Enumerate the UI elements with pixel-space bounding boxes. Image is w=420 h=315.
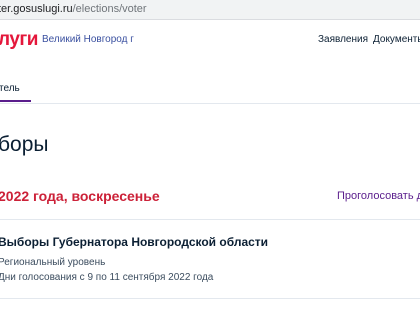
tab-bar: тель	[0, 65, 420, 104]
url-host: ter.gosuslugi.ru	[0, 3, 73, 15]
election-date: 2022 года, воскресенье	[0, 188, 160, 204]
election-title-link[interactable]: Выборы Губернатора Новгородской области	[0, 235, 268, 249]
site-header: луги Великий Новгород г Заявления Докуме…	[0, 20, 420, 65]
nav-link-statements[interactable]: Заявления	[318, 34, 368, 45]
nav-link-documents[interactable]: Документы	[373, 34, 420, 45]
tab-voter[interactable]: тель	[0, 83, 20, 94]
card-divider	[0, 298, 420, 299]
url-path: /elections/voter	[72, 3, 147, 15]
election-voting-dates: Дни голосования с 9 по 11 сентября 2022 …	[0, 272, 214, 283]
active-tab-indicator	[0, 100, 31, 102]
page-title: боры	[0, 133, 49, 156]
browser-address-bar[interactable]: ter.gosuslugi.ru/elections/voter	[0, 0, 420, 20]
gosuslugi-logo[interactable]: луги	[0, 29, 38, 51]
section-divider	[0, 219, 420, 220]
election-level: Региональный уровень	[0, 257, 106, 268]
vote-online-link[interactable]: Проголосовать дис	[337, 190, 420, 202]
region-selector[interactable]: Великий Новгород г	[42, 34, 134, 45]
url-text[interactable]: ter.gosuslugi.ru/elections/voter	[0, 3, 147, 15]
